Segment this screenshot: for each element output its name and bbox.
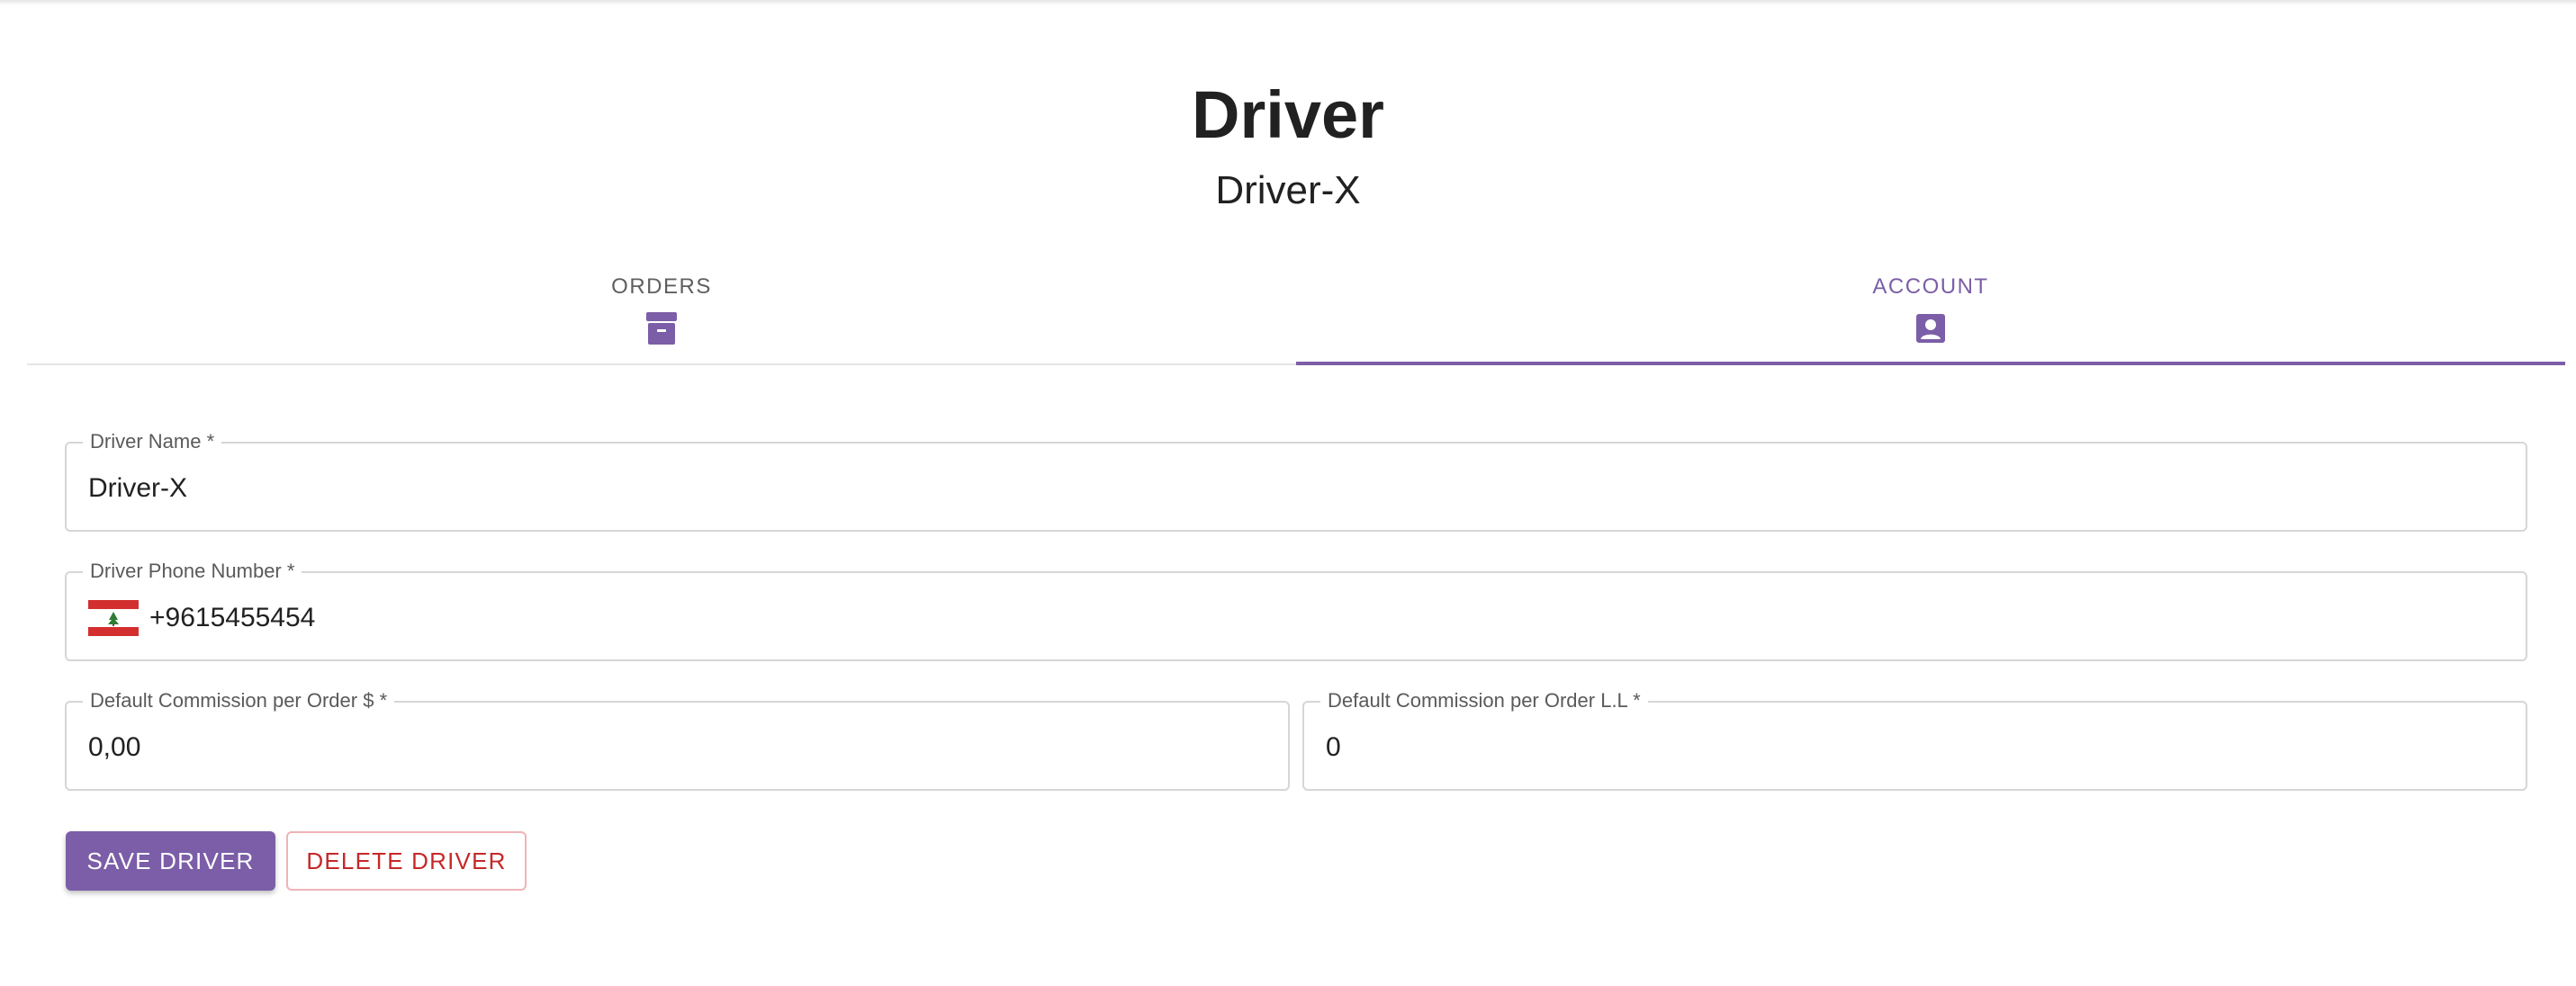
driver-name-input[interactable] — [88, 471, 2504, 506]
lebanon-flag-icon[interactable] — [88, 600, 139, 636]
page-title: Driver — [1192, 77, 1384, 152]
commission-usd-label: Default Commission per Order $ * — [83, 688, 395, 713]
save-driver-button[interactable]: SAVE DRIVER — [66, 831, 275, 891]
commission-usd-field: Default Commission per Order $ * — [65, 688, 1290, 791]
archive-icon — [646, 312, 677, 345]
page-subtitle: Driver-X — [1215, 168, 1361, 212]
tab-orders[interactable]: ORDERS — [27, 261, 1296, 363]
commission-ll-field: Default Commission per Order L.L * — [1302, 688, 2527, 791]
commission-usd-input[interactable] — [88, 730, 1266, 766]
driver-name-field: Driver Name * — [65, 429, 2527, 532]
app-bar-shadow — [0, 0, 2576, 5]
commission-ll-label: Default Commission per Order L.L * — [1320, 688, 1648, 713]
page-header: Driver Driver-X — [0, 72, 2576, 218]
driver-phone-field: Driver Phone Number * — [65, 559, 2527, 661]
account-box-icon — [1916, 314, 1945, 343]
tab-account[interactable]: ACCOUNT — [1296, 261, 2565, 365]
tab-bar: ORDERS ACCOUNT — [27, 261, 2565, 365]
delete-driver-button[interactable]: DELETE DRIVER — [286, 831, 527, 891]
driver-phone-label: Driver Phone Number * — [83, 559, 302, 584]
driver-name-label: Driver Name * — [83, 429, 222, 454]
driver-phone-input[interactable] — [149, 600, 2504, 636]
tab-account-label: ACCOUNT — [1872, 274, 1989, 299]
tab-orders-label: ORDERS — [611, 274, 712, 299]
commission-ll-input[interactable] — [1326, 730, 2504, 766]
